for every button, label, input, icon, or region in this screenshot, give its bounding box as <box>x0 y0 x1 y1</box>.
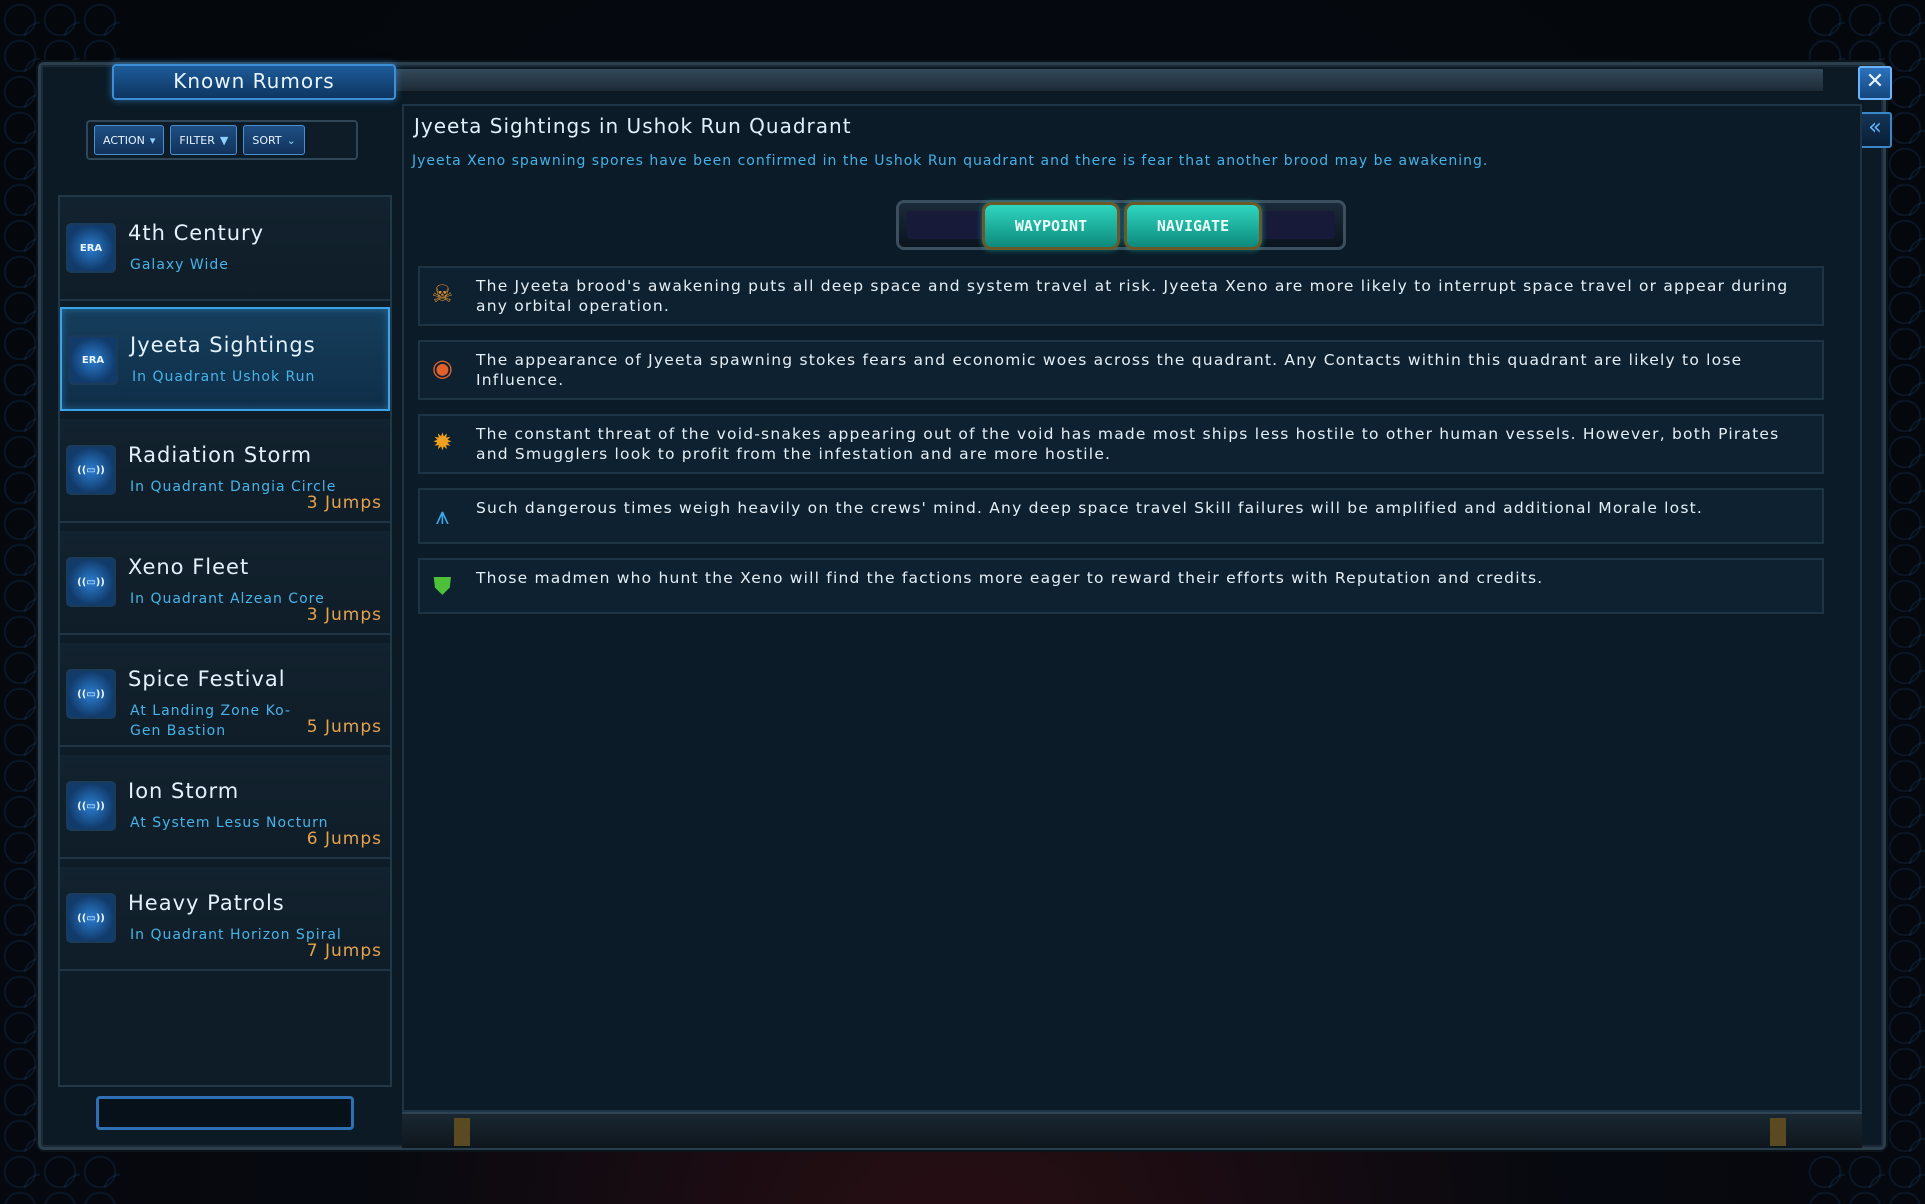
rumor-effects-list: ☠ The Jyeeta brood's awakening puts all … <box>418 266 1824 628</box>
window-title: Known Rumors <box>112 64 396 100</box>
rumor-jumps: 5 Jumps <box>306 717 382 737</box>
reputation-icon: ⛊ <box>433 572 453 600</box>
rumor-detail-title: Jyeeta Sightings in Ushok Run Quadrant <box>414 114 852 138</box>
collapse-button[interactable]: « <box>1858 112 1892 148</box>
rumor-location: At Landing Zone Ko-Gen Bastion <box>130 703 291 739</box>
effect-text: The constant threat of the void-snakes a… <box>476 425 1780 463</box>
rumor-name: Spice Festival <box>128 667 286 691</box>
chevron-down-icon: ⌄ <box>286 133 296 147</box>
effect-text: The appearance of Jyeeta spawning stokes… <box>476 351 1743 389</box>
effect-text: Those madmen who hunt the Xeno will find… <box>476 569 1544 587</box>
bottom-accent-left <box>454 1118 470 1146</box>
era-icon: ERA <box>68 335 118 385</box>
double-chevron-left-icon: « <box>1868 115 1882 140</box>
rumor-name: Radiation Storm <box>128 443 313 467</box>
rumor-item-ion-storm[interactable]: ((▭)) Ion Storm At System Lesus Nocturn … <box>60 755 390 859</box>
explosion-icon: ✹ <box>432 428 454 456</box>
rumor-broadcast-icon: ((▭)) <box>66 669 116 719</box>
effect-text: Such dangerous times weigh heavily on th… <box>476 499 1704 517</box>
effect-row: ⩚ Such dangerous times weigh heavily on … <box>418 488 1824 544</box>
rumor-item-spice-festival[interactable]: ((▭)) Spice Festival At Landing Zone Ko-… <box>60 643 390 747</box>
rumor-location: Galaxy Wide <box>130 257 229 273</box>
effect-row: ◉ The appearance of Jyeeta spawning stok… <box>418 340 1824 400</box>
filter-label: FILTER <box>179 133 215 147</box>
bottom-accent-right <box>1770 1118 1786 1146</box>
sort-label: SORT <box>252 133 282 147</box>
rumor-jumps: 6 Jumps <box>306 829 382 849</box>
action-button[interactable]: ACTION ▾ <box>94 125 165 155</box>
skull-icon: ☠ <box>431 280 455 308</box>
window-top-bar <box>371 69 1823 93</box>
rumor-name: Ion Storm <box>128 779 240 803</box>
era-icon: ERA <box>66 223 116 273</box>
chevron-down-icon: ▾ <box>149 133 156 147</box>
action-label: ACTION <box>103 133 145 147</box>
morale-icon: ⩚ <box>435 502 451 530</box>
rumor-item-heavy-patrols[interactable]: ((▭)) Heavy Patrols In Quadrant Horizon … <box>60 867 390 971</box>
rumor-broadcast-icon: ((▭)) <box>66 781 116 831</box>
rumor-name: Xeno Fleet <box>128 555 250 579</box>
rumor-item-radiation-storm[interactable]: ((▭)) Radiation Storm In Quadrant Dangia… <box>60 419 390 523</box>
effect-row: ☠ The Jyeeta brood's awakening puts all … <box>418 266 1824 326</box>
list-toolbar: ACTION ▾ FILTER ▼ SORT ⌄ <box>86 120 358 160</box>
detail-bottom-bar <box>402 1112 1862 1148</box>
search-input[interactable] <box>96 1096 354 1130</box>
rumor-item-xeno-fleet[interactable]: ((▭)) Xeno Fleet In Quadrant Alzean Core… <box>60 531 390 635</box>
rumor-list: ERA 4th Century Galaxy Wide ERA Jyeeta S… <box>58 195 392 1087</box>
rumor-detail-description: Jyeeta Xeno spawning spores have been co… <box>412 153 1489 169</box>
rumor-name: Heavy Patrols <box>128 891 285 915</box>
navigate-button[interactable]: NAVIGATE <box>1124 202 1262 250</box>
rumor-name: Jyeeta Sightings <box>130 333 316 357</box>
rumor-broadcast-icon: ((▭)) <box>66 557 116 607</box>
influence-icon: ◉ <box>431 354 455 382</box>
waypoint-button[interactable]: WAYPOINT <box>982 202 1120 250</box>
rumor-item-4th-century[interactable]: ERA 4th Century Galaxy Wide <box>60 197 390 301</box>
effect-text: The Jyeeta brood's awakening puts all de… <box>476 277 1789 315</box>
rumor-jumps: 3 Jumps <box>306 493 382 513</box>
rumor-name: 4th Century <box>128 221 265 245</box>
rumor-jumps: 3 Jumps <box>306 605 382 625</box>
rumor-broadcast-icon: ((▭)) <box>66 893 116 943</box>
rumor-jumps: 7 Jumps <box>306 941 382 961</box>
filter-icon: ▼ <box>219 133 229 147</box>
action-button-bar <box>896 200 1346 250</box>
close-button[interactable]: ✕ <box>1858 66 1892 100</box>
sort-button[interactable]: SORT ⌄ <box>243 125 305 155</box>
rumor-item-jyeeta-sightings[interactable]: ERA Jyeeta Sightings In Quadrant Ushok R… <box>60 307 390 411</box>
effect-row: ⛊ Those madmen who hunt the Xeno will fi… <box>418 558 1824 614</box>
close-icon: ✕ <box>1865 69 1885 94</box>
rumor-location: In Quadrant Ushok Run <box>132 369 316 385</box>
effect-row: ✹ The constant threat of the void-snakes… <box>418 414 1824 474</box>
filter-button[interactable]: FILTER ▼ <box>170 125 238 155</box>
rumor-broadcast-icon: ((▭)) <box>66 445 116 495</box>
